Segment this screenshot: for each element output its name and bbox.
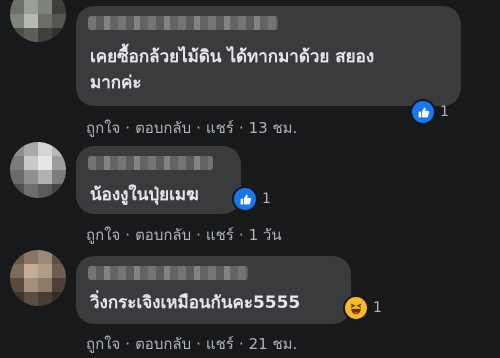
avatar-pixel [52,0,66,14]
timestamp[interactable]: 13 ชม. [249,116,298,140]
avatar-pixel [52,28,66,42]
share-action[interactable]: แชร์ [206,116,234,140]
like-reaction-icon [232,186,258,212]
avatar-pixel [38,264,52,278]
avatar-pixel [24,250,38,264]
like-reaction-icon [410,99,436,125]
avatar-pixel [38,170,52,184]
avatar-pixel [52,14,66,28]
avatar-pixel [24,292,38,306]
separator-dot: · [125,226,131,244]
commenter-name-redacted[interactable] [88,156,213,170]
reaction-count: 1 [373,300,382,316]
comment-actions: ถูกใจ · ตอบกลับ · แชร์ · 21 ชม. [86,332,297,356]
timestamp[interactable]: 21 ชม. [249,332,298,356]
avatar-pixel [38,156,52,170]
avatar-pixel [10,250,24,264]
avatar-pixel [10,184,24,198]
reaction-badge[interactable]: 1 [343,295,382,321]
avatar-pixel [52,292,66,306]
avatar-pixel [10,142,24,156]
separator-dot: · [238,335,244,353]
avatar-image [10,250,66,306]
avatar-pixel [38,0,52,14]
separator-dot: · [125,119,131,137]
commenter-name-redacted[interactable] [88,16,278,30]
avatar-pixel [10,156,24,170]
avatar-pixel [38,184,52,198]
reply-action[interactable]: ตอบกลับ [135,223,191,247]
avatar-pixel [52,184,66,198]
avatar-pixel [52,156,66,170]
avatar-pixel [52,142,66,156]
avatar-pixel [10,264,24,278]
avatar-pixel [38,142,52,156]
avatar-pixel [24,28,38,42]
avatar-pixel [24,184,38,198]
avatar-pixel [52,278,66,292]
avatar[interactable] [10,0,66,42]
reply-action[interactable]: ตอบกลับ [135,332,191,356]
reaction-count: 1 [440,104,449,120]
separator-dot: · [196,226,201,244]
avatar-pixel [24,142,38,156]
comment-thread: เคยซื้อกล้วยไม้ดิน ได้ทากมาด้วย สยอง มาก… [0,0,500,358]
avatar-pixel [10,170,24,184]
separator-dot: · [238,226,244,244]
comment-actions: ถูกใจ · ตอบกลับ · แชร์ · 13 ชม. [86,116,297,140]
avatar-pixel [38,278,52,292]
like-action[interactable]: ถูกใจ [86,116,120,140]
separator-dot: · [125,335,131,353]
avatar-pixel [10,28,24,42]
avatar-pixel [38,14,52,28]
avatar-pixel [24,278,38,292]
avatar-image [10,142,66,198]
avatar-pixel [10,0,24,14]
avatar-pixel [10,278,24,292]
haha-reaction-icon [343,295,369,321]
avatar-pixel [24,156,38,170]
avatar[interactable] [10,250,66,306]
separator-dot: · [238,119,244,137]
comment-text-line: เคยซื้อกล้วยไม้ดิน ได้ทากมาด้วย สยอง [90,47,375,67]
comment-text-line: น้องงูในปุ่ยเมฆ [90,185,199,205]
avatar-pixel [24,264,38,278]
avatar-pixel [52,250,66,264]
avatar-pixel [24,0,38,14]
avatar-image [10,0,66,42]
avatar-pixel [52,170,66,184]
comment-actions: ถูกใจ · ตอบกลับ · แชร์ · 1 วัน [86,223,282,247]
avatar-pixel [38,250,52,264]
avatar-pixel [52,264,66,278]
reply-action[interactable]: ตอบกลับ [135,116,191,140]
avatar-pixel [24,170,38,184]
separator-dot: · [196,119,201,137]
share-action[interactable]: แชร์ [206,223,234,247]
like-action[interactable]: ถูกใจ [86,332,120,356]
avatar-pixel [10,14,24,28]
comment-text-line: มากค่ะ [90,73,142,93]
avatar-pixel [10,292,24,306]
reaction-count: 1 [262,191,271,207]
like-action[interactable]: ถูกใจ [86,223,120,247]
reaction-badge[interactable]: 1 [410,99,449,125]
comment-text-line: วิ่งกระเจิงเหมือนกันคะ5555 [90,293,301,313]
avatar[interactable] [10,142,66,198]
avatar-pixel [38,28,52,42]
comment-bubble: วิ่งกระเจิงเหมือนกันคะ5555 [76,256,351,324]
timestamp[interactable]: 1 วัน [249,223,282,247]
comment-bubble: เคยซื้อกล้วยไม้ดิน ได้ทากมาด้วย สยอง มาก… [76,6,461,106]
avatar-pixel [24,14,38,28]
comment-bubble: น้องงูในปุ่ยเมฆ [76,146,241,214]
reaction-badge[interactable]: 1 [232,186,271,212]
separator-dot: · [196,335,201,353]
avatar-pixel [38,292,52,306]
commenter-name-redacted[interactable] [88,266,248,280]
share-action[interactable]: แชร์ [206,332,234,356]
